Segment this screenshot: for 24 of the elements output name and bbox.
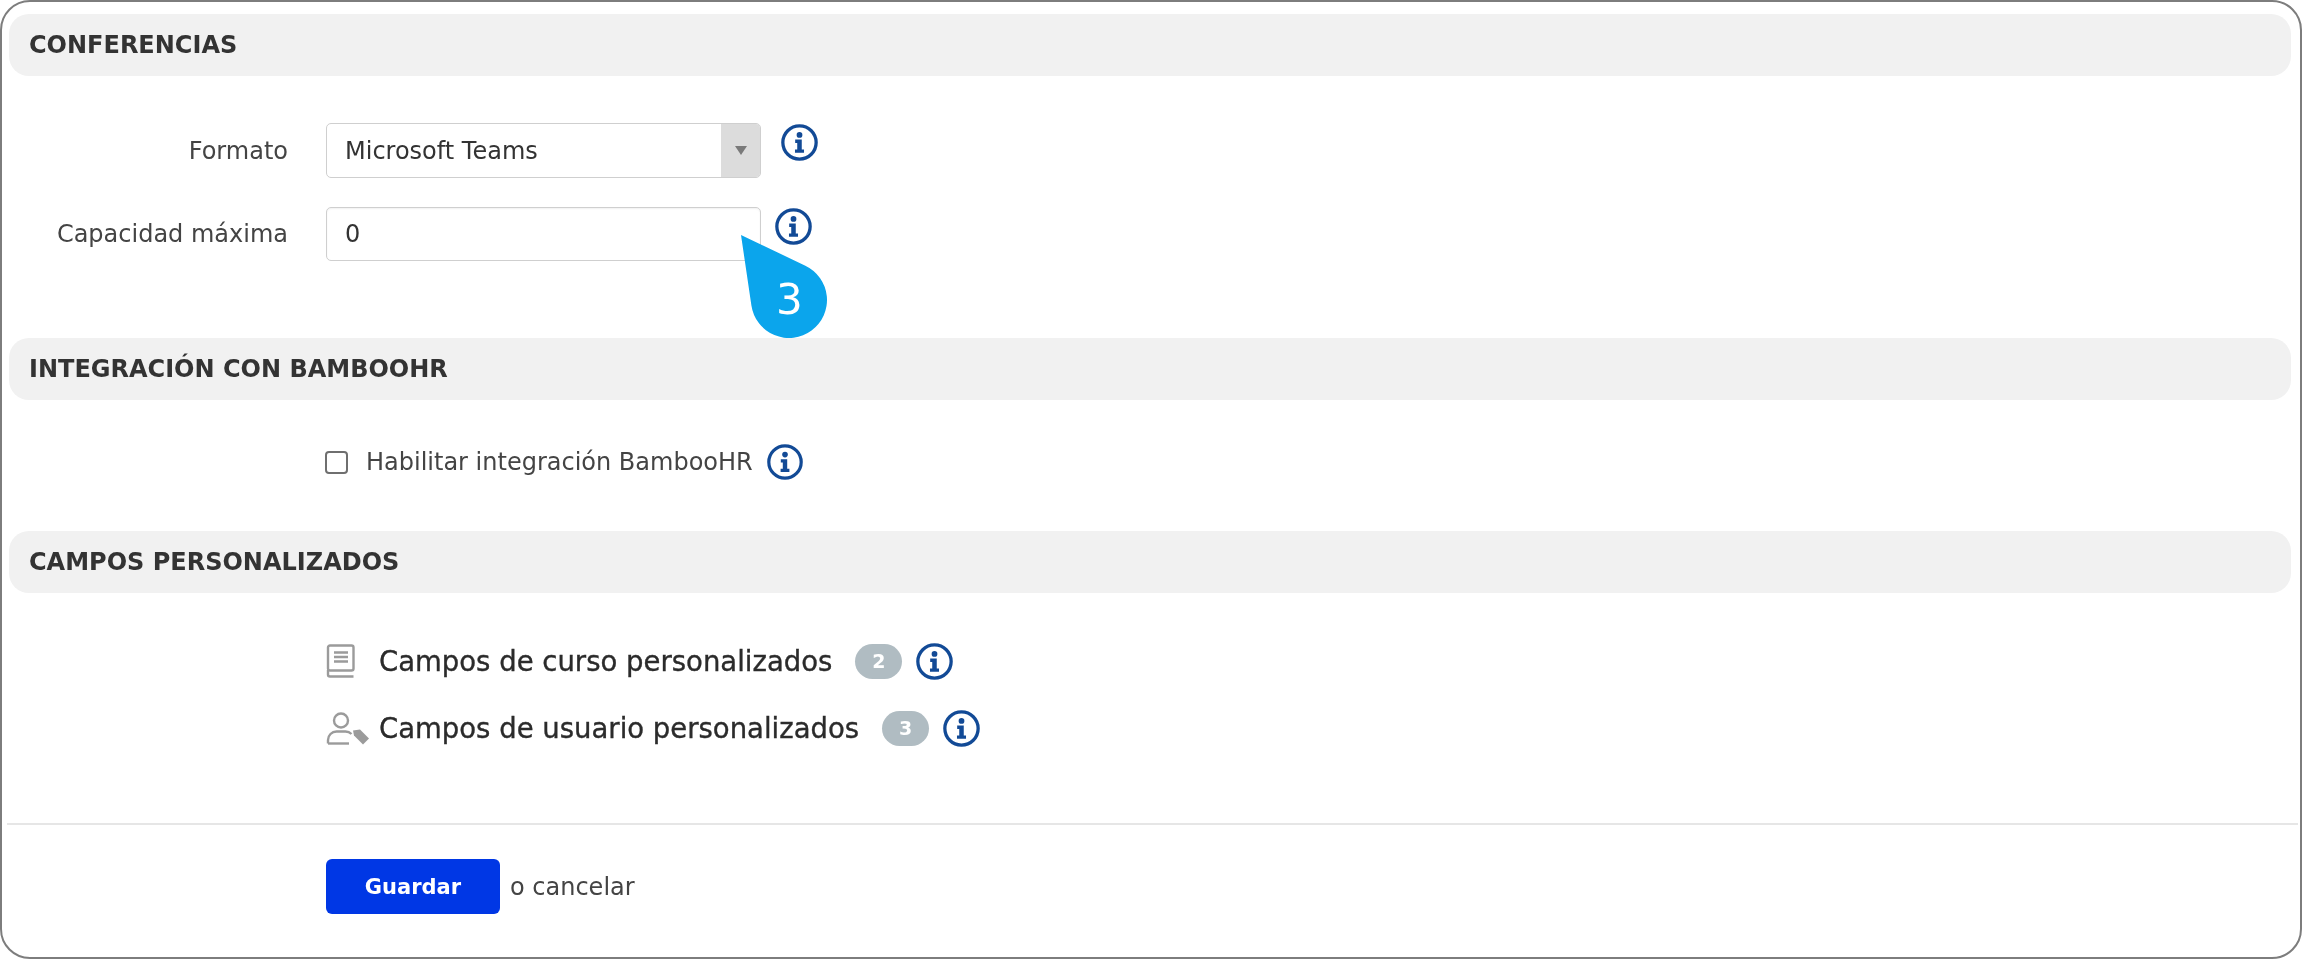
info-icon[interactable] [916, 642, 954, 680]
custom-fields-link[interactable]: Campos de usuario personalizados [379, 710, 860, 746]
capacity-input[interactable]: 0 [326, 207, 761, 261]
field-label: Formato [187, 135, 288, 166]
info-icon[interactable] [766, 444, 803, 480]
section-title: INTEGRACIÓN CON BAMBOOHR [29, 354, 448, 384]
save-button[interactable]: Guardar [326, 859, 500, 914]
info-icon[interactable] [943, 709, 981, 747]
checkbox[interactable] [325, 450, 348, 474]
info-icon[interactable] [775, 208, 812, 245]
checkbox-label[interactable]: Habilitar integración BambooHR [366, 447, 753, 477]
cancel-link[interactable]: o cancelar [510, 871, 635, 902]
count-badge: 3 [882, 710, 930, 746]
step-callout: 3 [741, 235, 827, 338]
count-badge: 2 [855, 643, 903, 679]
book-icon [326, 644, 356, 678]
field-label: Capacidad máxima [55, 219, 288, 249]
info-icon[interactable] [781, 124, 818, 161]
format-select[interactable]: Microsoft Teams [326, 123, 761, 178]
section-title: CAMPOS PERSONALIZADOS [29, 547, 400, 577]
user-tag-icon [326, 711, 370, 745]
custom-fields-link[interactable]: Campos de curso personalizados [379, 643, 833, 679]
caret-icon[interactable] [721, 124, 760, 177]
section-title: CONFERENCIAS [29, 30, 238, 60]
